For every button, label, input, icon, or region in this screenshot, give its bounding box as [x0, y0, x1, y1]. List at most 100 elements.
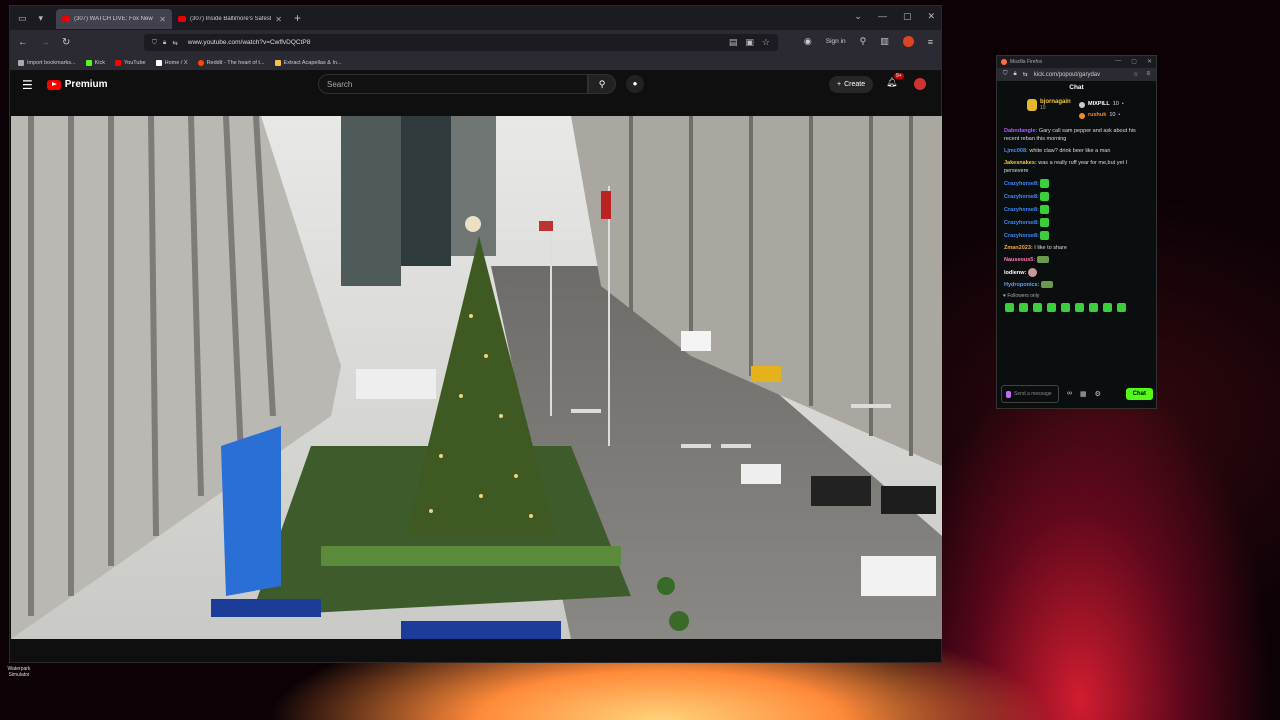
shield-icon[interactable]: ⛉ [152, 39, 157, 47]
chat-message-list: Dabndangle: Gary call sam pepper and ask… [997, 123, 1156, 289]
emote-icon[interactable] [1061, 303, 1070, 312]
close-window-icon[interactable]: ✕ [927, 11, 935, 22]
chat-username[interactable]: lodienw: [1004, 270, 1026, 276]
chat-message: Ljmc008: white claw? drink beer like a m… [1004, 147, 1149, 155]
chat-popout-window: Mozilla Firefox — ▢ ✕ ⛉ 🔒︎ ⇆ kick.com/po… [996, 55, 1157, 409]
permissions-icon[interactable]: ⇆ [172, 39, 177, 47]
chat-username[interactable]: Nauseous5: [1004, 257, 1035, 263]
chat-text: white claw? drink beer like a man [1029, 148, 1111, 154]
bookmark-item[interactable]: Home / X [155, 59, 188, 66]
search-input[interactable]: Search [318, 74, 588, 94]
bookmark-item[interactable]: YouTube [115, 59, 146, 66]
close-window-icon[interactable]: ✕ [1147, 58, 1152, 65]
badge-icon [1079, 101, 1085, 108]
followers-only-notice: ♥ Followers only [997, 293, 1156, 299]
tab-list-icon[interactable]: ▾ [39, 13, 44, 24]
bookmark-item[interactable]: Extract Acapellas & In... [274, 59, 342, 66]
tab-inactive[interactable]: (307) Inside Baltimore's Safest ✕ [172, 9, 288, 29]
menu-icon[interactable]: ≡ [928, 37, 933, 47]
emote-icon [1036, 256, 1049, 264]
send-chat-button[interactable]: Chat [1125, 388, 1153, 400]
picture-in-picture-icon[interactable]: ▣ [745, 37, 754, 48]
leader-score: 10 [1109, 112, 1116, 118]
bookmark-label: Kick [94, 59, 105, 66]
create-label: Create [844, 81, 866, 88]
chat-username[interactable]: Ljmc008: [1004, 148, 1028, 154]
bookmark-item[interactable]: Import bookmarks... [18, 59, 76, 66]
leader-name[interactable]: MIXPILL [1088, 99, 1110, 110]
emote-icon[interactable] [1047, 303, 1056, 312]
account-icon[interactable]: ◉ [804, 36, 812, 47]
emote-icon[interactable] [1075, 303, 1084, 312]
chat-username[interactable]: Crazyhorse8: [1004, 194, 1039, 200]
reader-view-icon[interactable]: ▤ [729, 37, 738, 48]
chat-message: Crazyhorse8: [1004, 192, 1149, 201]
avatar[interactable] [914, 78, 926, 90]
chat-username[interactable]: Dabndangle: [1004, 128, 1037, 134]
link-icon[interactable]: ∞ [1067, 390, 1072, 398]
addon-icon[interactable] [902, 36, 914, 47]
emote-icon[interactable] [1103, 303, 1112, 312]
followers-only-label: Followers only [1007, 293, 1040, 299]
emote-icon[interactable] [1089, 303, 1098, 312]
save-icon[interactable]: ▥ [880, 36, 889, 47]
chat-url-text[interactable]: kick.com/popout/garydav [1034, 72, 1100, 78]
bookmark-star-icon[interactable]: ☆ [1133, 71, 1138, 78]
microphone-icon[interactable]: ● [626, 75, 644, 93]
bookmark-item[interactable]: Kick [85, 59, 105, 66]
back-icon[interactable]: ← [18, 37, 28, 48]
extensions-icon[interactable]: ⚲ [860, 36, 867, 47]
hamburger-menu-icon[interactable]: ☰ [22, 78, 33, 92]
settings-gear-icon[interactable]: ⚙ [1095, 390, 1101, 398]
tab-overflow-icon[interactable]: ⌄ [854, 11, 862, 22]
minimize-icon[interactable]: — [1115, 58, 1121, 65]
permissions-icon[interactable]: ⇆ [1023, 71, 1028, 78]
chat-message: Crazyhorse8: [1004, 179, 1149, 188]
chat-username[interactable]: Crazyhorse8: [1004, 220, 1039, 226]
leader-name[interactable]: rushuk [1088, 110, 1106, 121]
chat-window-title: Mozilla Firefox [1010, 59, 1043, 65]
maximize-icon[interactable]: ▢ [903, 11, 912, 22]
gift-icon: ▪ [1118, 112, 1121, 118]
menu-icon[interactable]: ≡ [1146, 71, 1150, 78]
gift-icon[interactable]: ▦ [1080, 390, 1087, 398]
chat-username[interactable]: Crazyhorse8: [1004, 207, 1039, 213]
maximize-icon[interactable]: ▢ [1131, 58, 1137, 65]
chat-input-row: Send a message ∞ ▦ ⚙ Chat [1001, 384, 1153, 404]
emote-icon [1040, 192, 1050, 201]
new-tab-icon[interactable]: + [294, 11, 301, 25]
url-text[interactable]: www.youtube.com/watch?v=CwffvDQCtP8 [188, 39, 311, 46]
bookmark-icon [115, 59, 121, 66]
forward-icon[interactable]: → [40, 37, 50, 48]
firefox-view-icon[interactable]: ▭ [18, 13, 27, 24]
chat-username[interactable]: Jakesnakes: [1004, 160, 1037, 166]
minimize-icon[interactable]: — [878, 11, 887, 22]
bookmark-item[interactable]: Reddit - The heart of t... [197, 59, 265, 66]
close-tab-icon[interactable]: ✕ [275, 15, 282, 24]
chat-username[interactable]: Crazyhorse8: [1004, 181, 1039, 187]
chat-username[interactable]: Crazyhorse8: [1004, 233, 1039, 239]
emote-icon[interactable] [1033, 303, 1042, 312]
shield-icon[interactable]: ⛉ [1003, 71, 1008, 78]
emote-icon [1040, 281, 1053, 289]
create-button[interactable]: + Create [829, 76, 874, 93]
gift-leaderboard: bjornagain 10 MIXPILL 10 ▪ rushuk 10 ▪ [997, 95, 1156, 123]
chat-window-titlebar: Mozilla Firefox — ▢ ✕ [997, 56, 1156, 68]
youtube-logo[interactable]: Premium [46, 79, 108, 90]
chat-username[interactable]: Hydroponics: [1004, 282, 1039, 288]
close-tab-icon[interactable]: ✕ [159, 15, 166, 24]
chat-username[interactable]: Zman2023: [1004, 245, 1033, 251]
tab-active[interactable]: (307) WATCH LIVE: Fox New ✕ [56, 9, 172, 29]
search-icon[interactable]: ⚲ [588, 74, 616, 94]
chat-text: I like to share [1034, 245, 1067, 251]
chat-message-input[interactable]: Send a message [1001, 385, 1059, 403]
video-player[interactable] [11, 116, 942, 639]
reload-icon[interactable]: ↻ [62, 37, 70, 48]
bookmark-star-icon[interactable]: ☆ [762, 37, 770, 48]
chat-url-bar[interactable]: ⛉ 🔒︎ ⇆ kick.com/popout/garydav ☆ ≡ [997, 68, 1156, 81]
sign-in-link[interactable]: Sign in [826, 38, 846, 45]
emote-icon[interactable] [1117, 303, 1126, 312]
url-bar[interactable]: ⛉ 🔒︎ ⇆ www.youtube.com/watch?v=CwffvDQCt… [144, 34, 778, 51]
emote-icon[interactable] [1019, 303, 1028, 312]
emote-icon[interactable] [1005, 303, 1014, 312]
